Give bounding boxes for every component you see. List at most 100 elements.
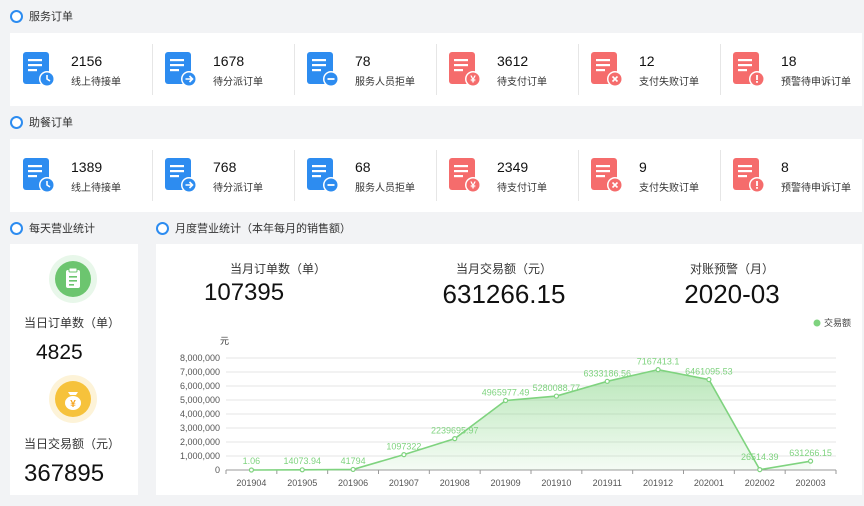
card-label: 预警待申诉订单 [781,76,851,88]
card-value: 8 [781,158,789,175]
data-point[interactable] [553,393,560,399]
card-label: 待分派订单 [213,76,263,88]
card-label: 服务人员拒单 [355,76,415,88]
x-tick-label: 201911 [593,478,622,488]
y-tick-label: 5,000,000 [180,395,220,405]
card-value: 18 [781,52,797,69]
service-orders-row: 2156 线上待接单 1678 待分派订单 78 服务人员拒单 ¥ 3612 待… [10,33,862,106]
order-card[interactable]: 768 待分派订单 [152,139,294,212]
data-point[interactable] [807,458,814,464]
card-value: 3612 [497,52,529,69]
section-title-text: 月度营业统计（本年每月的销售额） [175,223,351,235]
list-minus-icon [305,50,341,90]
data-point[interactable] [299,467,305,473]
data-point[interactable] [401,452,407,458]
section-title-meal: 助餐订单 [10,114,73,130]
card-value: 9 [639,158,647,175]
section-title-text: 服务订单 [29,11,73,23]
order-card[interactable]: 12 支付失败订单 [578,33,720,106]
svg-text:¥: ¥ [470,180,476,191]
x-tick-label: 201909 [491,478,521,488]
y-axis-unit: 元 [220,336,229,346]
daily-stats-panel: 当日订单数（单） 4825 ¥ 当日交易额（元） 367895 [10,244,138,495]
legend-marker [813,319,821,327]
y-tick-label: 0 [215,465,220,475]
daily-amount-label: 当日交易额（元） [24,437,121,451]
section-ring-icon [156,221,169,235]
card-label: 线上待接单 [71,182,121,194]
svg-text:¥: ¥ [470,74,476,85]
series-area [251,369,811,470]
section-title-text: 助餐订单 [29,117,73,129]
order-card[interactable]: ¥ 3612 待支付订单 [436,33,578,106]
section-ring-icon [10,9,23,23]
legend-label[interactable]: 交易额 [824,317,851,328]
daily-amount-value: 367895 [24,460,105,487]
data-label: 7167413.1 [637,357,680,367]
order-card[interactable]: 2156 线上待接单 [10,33,152,106]
section-title-service: 服务订单 [10,8,73,24]
data-label: 631266.15 [789,448,832,458]
data-label: 1.06 [243,456,261,466]
list-warning-icon [731,50,767,90]
card-value: 12 [639,52,655,69]
list-yen-icon: ¥ [447,50,483,90]
order-card[interactable]: 8 预警待申诉订单 [720,139,862,212]
list-x-icon [589,156,625,196]
card-value: 1678 [213,52,245,69]
data-point[interactable] [604,378,610,384]
x-tick-label: 202002 [745,478,775,488]
order-card[interactable]: 1389 线上待接单 [10,139,152,212]
card-value: 2349 [497,158,529,175]
x-tick-label: 202001 [694,478,724,488]
card-value: 78 [355,52,371,69]
list-arrow-icon [163,50,199,90]
data-point[interactable] [350,466,356,473]
list-minus-icon [305,156,341,196]
clipboard-icon [49,255,97,303]
y-tick-label: 2,000,000 [180,437,220,447]
section-title-daily: 每天营业统计 [10,220,95,236]
x-tick-label: 201910 [541,478,571,488]
y-tick-label: 1,000,000 [180,451,220,461]
section-ring-icon [10,221,23,235]
card-value: 68 [355,158,371,175]
y-tick-label: 8,000,000 [180,353,220,363]
card-label: 支付失败订单 [639,76,699,88]
data-point[interactable] [757,467,763,473]
order-card[interactable]: 68 服务人员拒单 [294,139,436,212]
section-title-text: 每天营业统计 [29,223,95,235]
daily-orders-label: 当日订单数（单） [24,316,121,330]
list-yen-icon: ¥ [447,156,483,196]
data-label: 5280088.77 [533,383,581,393]
x-tick-label: 202003 [796,478,826,488]
meal-orders-row: 1389 线上待接单 768 待分派订单 68 服务人员拒单 ¥ 2349 待支… [10,139,862,212]
order-card[interactable]: 1678 待分派订单 [152,33,294,106]
data-label: 6461095.53 [685,367,733,377]
section-title-monthly: 月度营业统计（本年每月的销售额） [156,220,351,236]
x-tick-label: 201907 [389,478,419,488]
data-label: 2239695.97 [431,426,479,436]
list-arrow-icon [163,156,199,196]
card-value: 768 [213,158,237,175]
list-warning-icon [731,156,767,196]
x-tick-label: 201906 [338,478,368,488]
order-card[interactable]: 78 服务人员拒单 [294,33,436,106]
monthly-stats-panel: 当月订单数（单） 107395 当月交易额（元） 631266.15 对账预警（… [156,244,862,495]
data-point[interactable] [706,376,712,383]
list-clock-icon [21,156,57,196]
money-bag-icon: ¥ [49,375,97,423]
data-point[interactable] [502,397,509,404]
data-point[interactable] [248,467,255,473]
order-card[interactable]: 9 支付失败订单 [578,139,720,212]
daily-orders-value: 4825 [36,341,83,364]
data-point[interactable] [655,367,661,373]
order-card[interactable]: ¥ 2349 待支付订单 [436,139,578,212]
svg-text:¥: ¥ [70,399,76,410]
y-tick-label: 3,000,000 [180,423,220,433]
y-tick-label: 4,000,000 [180,409,220,419]
order-card[interactable]: 18 预警待申诉订单 [720,33,862,106]
y-tick-label: 6,000,000 [180,381,220,391]
card-label: 待支付订单 [497,182,547,194]
data-point[interactable] [452,436,458,442]
